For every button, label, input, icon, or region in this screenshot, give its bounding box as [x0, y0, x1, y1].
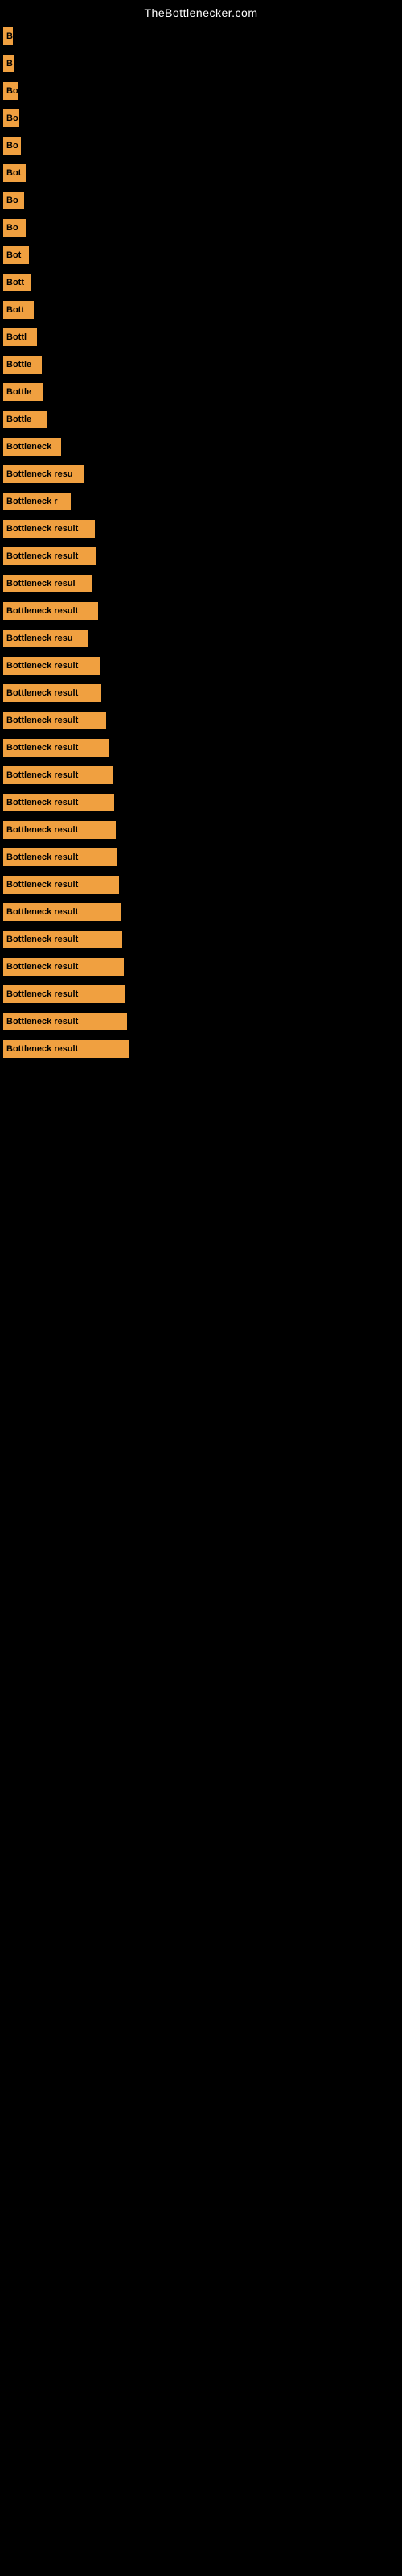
bar-row: Bottl [0, 324, 402, 351]
bar-row: Bott [0, 269, 402, 296]
bar-label: Bottleneck result [3, 520, 95, 538]
bar-row: Bo [0, 105, 402, 132]
bar-row: Bottleneck resul [0, 570, 402, 597]
bar-row: Bottleneck result [0, 734, 402, 762]
bar-label: Bott [3, 301, 34, 319]
bar-label: Bottleneck result [3, 958, 124, 976]
bar-row: Bottleneck result [0, 679, 402, 707]
bar-label: Bottleneck result [3, 985, 125, 1003]
bar-label: B [3, 27, 13, 45]
bar-row: Bo [0, 187, 402, 214]
site-title: TheBottlenecker.com [0, 0, 402, 23]
bar-label: Bottleneck result [3, 794, 114, 811]
bar-row: Bottleneck result [0, 762, 402, 789]
bar-row: Bottleneck result [0, 707, 402, 734]
bar-row: Bottleneck result [0, 844, 402, 871]
bar-label: Bo [3, 192, 24, 209]
bar-row: Bottleneck resu [0, 625, 402, 652]
bar-row: Bottleneck result [0, 898, 402, 926]
bar-row: Bottleneck result [0, 1035, 402, 1063]
bar-label: Bot [3, 164, 26, 182]
bar-row: Bottleneck [0, 433, 402, 460]
bar-label: Bottleneck result [3, 931, 122, 948]
bar-row: Bott [0, 296, 402, 324]
bar-row: Bottle [0, 406, 402, 433]
bar-row: Bottleneck result [0, 543, 402, 570]
bar-row: Bottleneck resu [0, 460, 402, 488]
bar-row: Bottleneck result [0, 652, 402, 679]
bar-label: Bo [3, 82, 18, 100]
bar-label: Bot [3, 246, 29, 264]
bar-label: Bottleneck [3, 438, 61, 456]
bar-label: Bottleneck result [3, 848, 117, 866]
bar-label: Bottleneck result [3, 1013, 127, 1030]
bar-row: Bottleneck result [0, 789, 402, 816]
bar-row: B [0, 50, 402, 77]
bar-label: Bottleneck resu [3, 465, 84, 483]
bar-label: Bottleneck result [3, 1040, 129, 1058]
bar-row: Bottle [0, 351, 402, 378]
bar-label: Bottleneck r [3, 493, 71, 510]
bar-row: Bo [0, 214, 402, 242]
bar-label: Bottleneck result [3, 547, 96, 565]
bar-row: Bottleneck result [0, 926, 402, 953]
bar-label: Bottleneck result [3, 766, 113, 784]
bar-label: Bottle [3, 356, 42, 374]
bar-row: Bottleneck r [0, 488, 402, 515]
bar-label: Bottleneck result [3, 602, 98, 620]
bar-row: Bot [0, 242, 402, 269]
bar-label: B [3, 55, 14, 72]
bar-label: Bottleneck result [3, 657, 100, 675]
bar-label: Bottleneck result [3, 903, 121, 921]
bar-label: Bottl [3, 328, 37, 346]
bar-label: Bo [3, 109, 19, 127]
bar-row: Bottleneck result [0, 515, 402, 543]
bar-label: Bo [3, 137, 21, 155]
bar-label: Bottleneck resu [3, 630, 88, 647]
bar-row: Bottle [0, 378, 402, 406]
bar-label: Bottleneck result [3, 739, 109, 757]
bar-label: Bottleneck result [3, 876, 119, 894]
bar-label: Bottleneck resul [3, 575, 92, 592]
bar-label: Bottle [3, 383, 43, 401]
bar-row: Bottleneck result [0, 980, 402, 1008]
bar-row: Bottleneck result [0, 816, 402, 844]
bar-label: Bottle [3, 411, 47, 428]
bar-row: B [0, 23, 402, 50]
bar-row: Bottleneck result [0, 953, 402, 980]
bar-row: Bottleneck result [0, 1008, 402, 1035]
bar-row: Bo [0, 132, 402, 159]
bar-label: Bo [3, 219, 26, 237]
bar-row: Bottleneck result [0, 597, 402, 625]
bar-label: Bottleneck result [3, 821, 116, 839]
bar-label: Bottleneck result [3, 712, 106, 729]
bar-row: Bo [0, 77, 402, 105]
bar-row: Bottleneck result [0, 871, 402, 898]
bar-label: Bott [3, 274, 31, 291]
bars-container: BB Bo Bo Bo Bot Bo Bo Bot Bott Bott Bottl Bottle Bot… [0, 23, 402, 1063]
bar-row: Bot [0, 159, 402, 187]
bar-label: Bottleneck result [3, 684, 101, 702]
